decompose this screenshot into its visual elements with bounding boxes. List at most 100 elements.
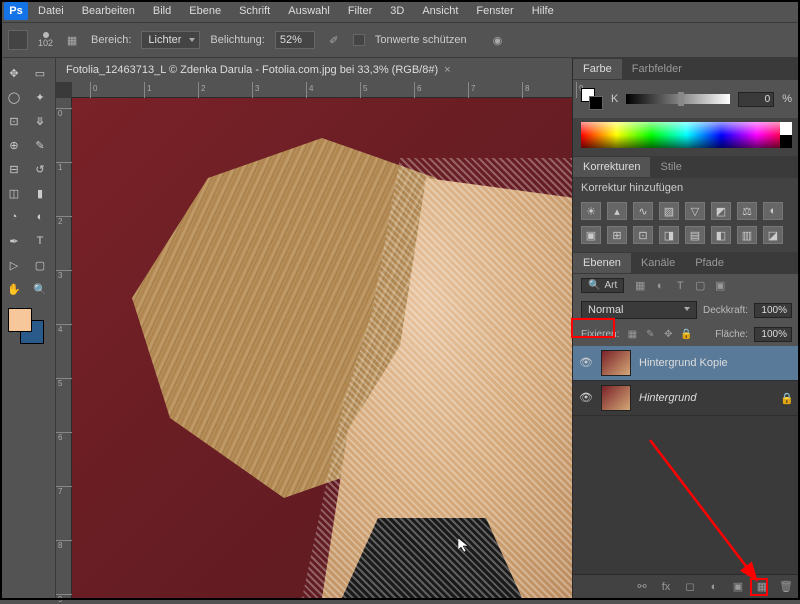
menu-help[interactable]: Hilfe xyxy=(524,1,562,21)
tool-dodge[interactable]: ◐ xyxy=(28,206,52,228)
tool-heal[interactable]: ⊕ xyxy=(2,134,26,156)
adj-threshold-icon[interactable]: ◧ xyxy=(711,226,731,244)
adj-vibrance-icon[interactable]: ▽ xyxy=(685,202,705,220)
exposure-input[interactable]: 52% xyxy=(275,31,315,49)
adj-levels-icon[interactable]: ▴ xyxy=(607,202,627,220)
adj-invert-icon[interactable]: ◨ xyxy=(659,226,679,244)
tab-layers[interactable]: Ebenen xyxy=(573,253,631,273)
foreground-color[interactable] xyxy=(8,308,32,332)
adj-bw-icon[interactable]: ◐ xyxy=(763,202,783,220)
color-spectrum[interactable] xyxy=(581,122,792,148)
layer-name[interactable]: Hintergrund xyxy=(639,392,696,404)
menu-image[interactable]: Bild xyxy=(145,1,179,21)
adj-selective-icon[interactable]: ◪ xyxy=(763,226,783,244)
menu-view[interactable]: Ansicht xyxy=(414,1,466,21)
adj-brightness-icon[interactable]: ☀ xyxy=(581,202,601,220)
tool-gradient[interactable]: ▮ xyxy=(28,182,52,204)
tool-shape[interactable]: ▢ xyxy=(28,254,52,276)
tool-path[interactable]: ▷ xyxy=(2,254,26,276)
lock-position-icon[interactable]: ✥ xyxy=(661,328,675,342)
adj-exposure-icon[interactable]: ▨ xyxy=(659,202,679,220)
tab-swatches[interactable]: Farbfelder xyxy=(622,59,692,79)
menu-type[interactable]: Schrift xyxy=(231,1,278,21)
mask-icon[interactable]: ◻ xyxy=(682,579,698,595)
color-mini-swatches[interactable] xyxy=(581,88,603,110)
layer-thumbnail[interactable] xyxy=(601,385,631,411)
canvas[interactable] xyxy=(72,98,572,598)
layer-thumbnail[interactable] xyxy=(601,350,631,376)
tool-history[interactable]: ↺ xyxy=(28,158,52,180)
delete-icon[interactable]: 🗑 xyxy=(778,579,794,595)
tool-preset-icon[interactable] xyxy=(8,30,28,50)
tool-lasso[interactable]: ◯ xyxy=(2,86,26,108)
filter-adjust-icon[interactable]: ◐ xyxy=(652,279,668,293)
airbrush-icon[interactable]: ✐ xyxy=(325,31,343,49)
tool-pen[interactable]: ✒ xyxy=(2,230,26,252)
tool-type[interactable]: T xyxy=(28,230,52,252)
tool-zoom[interactable]: 🔍 xyxy=(28,278,52,300)
brush-panel-icon[interactable]: ▦ xyxy=(63,31,81,49)
filter-pixel-icon[interactable]: ▦ xyxy=(632,279,648,293)
adj-balance-icon[interactable]: ⚖ xyxy=(737,202,757,220)
tool-blur[interactable]: ◔ xyxy=(2,206,26,228)
color-swatches[interactable] xyxy=(8,308,48,348)
tool-hand[interactable]: ✋ xyxy=(2,278,26,300)
menu-edit[interactable]: Bearbeiten xyxy=(74,1,143,21)
layer-item[interactable]: 👁 Hintergrund 🔒 xyxy=(573,381,800,416)
tab-styles[interactable]: Stile xyxy=(650,157,691,177)
fill-adjust-icon[interactable]: ◐ xyxy=(706,579,722,595)
menu-window[interactable]: Fenster xyxy=(468,1,521,21)
tool-stamp[interactable]: ⊟ xyxy=(2,158,26,180)
adj-mixer-icon[interactable]: ⊞ xyxy=(607,226,627,244)
adj-posterize-icon[interactable]: ▤ xyxy=(685,226,705,244)
lock-transparent-icon[interactable]: ▦ xyxy=(625,328,639,342)
tab-paths[interactable]: Pfade xyxy=(685,253,734,273)
lock-pixels-icon[interactable]: ✎ xyxy=(643,328,657,342)
tab-channels[interactable]: Kanäle xyxy=(631,253,685,273)
layer-name[interactable]: Hintergrund Kopie xyxy=(639,357,728,369)
visibility-icon[interactable]: 👁 xyxy=(579,391,593,405)
adj-hue-icon[interactable]: ◩ xyxy=(711,202,731,220)
menu-3d[interactable]: 3D xyxy=(382,1,412,21)
menu-file[interactable]: Datei xyxy=(30,1,72,21)
blend-mode-select[interactable]: Normal xyxy=(581,301,697,319)
fill-label: Fläche: xyxy=(715,329,748,340)
menu-layer[interactable]: Ebene xyxy=(181,1,229,21)
tool-wand[interactable]: ✦ xyxy=(28,86,52,108)
fill-input[interactable]: 100% xyxy=(754,327,792,342)
tool-eraser[interactable]: ◫ xyxy=(2,182,26,204)
menu-filter[interactable]: Filter xyxy=(340,1,380,21)
opacity-input[interactable]: 100% xyxy=(754,303,792,318)
k-value-input[interactable] xyxy=(738,92,774,107)
fx-icon[interactable]: fx xyxy=(658,579,674,595)
adj-gradient-icon[interactable]: ▥ xyxy=(737,226,757,244)
tool-crop[interactable]: ⊡ xyxy=(2,110,26,132)
link-layers-icon[interactable]: ⚯ xyxy=(634,579,650,595)
tool-eyedropper[interactable]: ⤋ xyxy=(28,110,52,132)
adj-curves-icon[interactable]: ∿ xyxy=(633,202,653,220)
document-tab[interactable]: Fotolia_12463713_L © Zdenka Darula - Fot… xyxy=(56,60,461,80)
tool-marquee[interactable]: ▭ xyxy=(28,62,52,84)
group-icon[interactable]: ▣ xyxy=(730,579,746,595)
k-slider[interactable] xyxy=(626,94,730,104)
brush-preset[interactable]: 102 xyxy=(38,32,53,48)
layer-item[interactable]: 👁 Hintergrund Kopie xyxy=(573,346,800,381)
tab-color[interactable]: Farbe xyxy=(573,59,622,79)
pressure-icon[interactable]: ◉ xyxy=(489,31,507,49)
lock-all-icon[interactable]: 🔒 xyxy=(679,328,693,342)
menu-select[interactable]: Auswahl xyxy=(280,1,338,21)
adj-lookup-icon[interactable]: ⊡ xyxy=(633,226,653,244)
tool-move[interactable]: ✥ xyxy=(2,62,26,84)
layer-filter-kind[interactable]: 🔍 Art xyxy=(581,278,624,293)
new-layer-icon[interactable]: ▦ xyxy=(754,579,770,595)
close-icon[interactable]: × xyxy=(444,64,450,76)
adj-photo-icon[interactable]: ▣ xyxy=(581,226,601,244)
visibility-icon[interactable]: 👁 xyxy=(579,356,593,370)
filter-smart-icon[interactable]: ▣ xyxy=(712,279,728,293)
tool-brush[interactable]: ✎ xyxy=(28,134,52,156)
protect-tones-checkbox[interactable] xyxy=(353,34,365,46)
tab-adjustments[interactable]: Korrekturen xyxy=(573,157,650,177)
range-dropdown[interactable]: Lichter xyxy=(141,31,200,49)
filter-type-icon[interactable]: T xyxy=(672,279,688,293)
filter-shape-icon[interactable]: ▢ xyxy=(692,279,708,293)
